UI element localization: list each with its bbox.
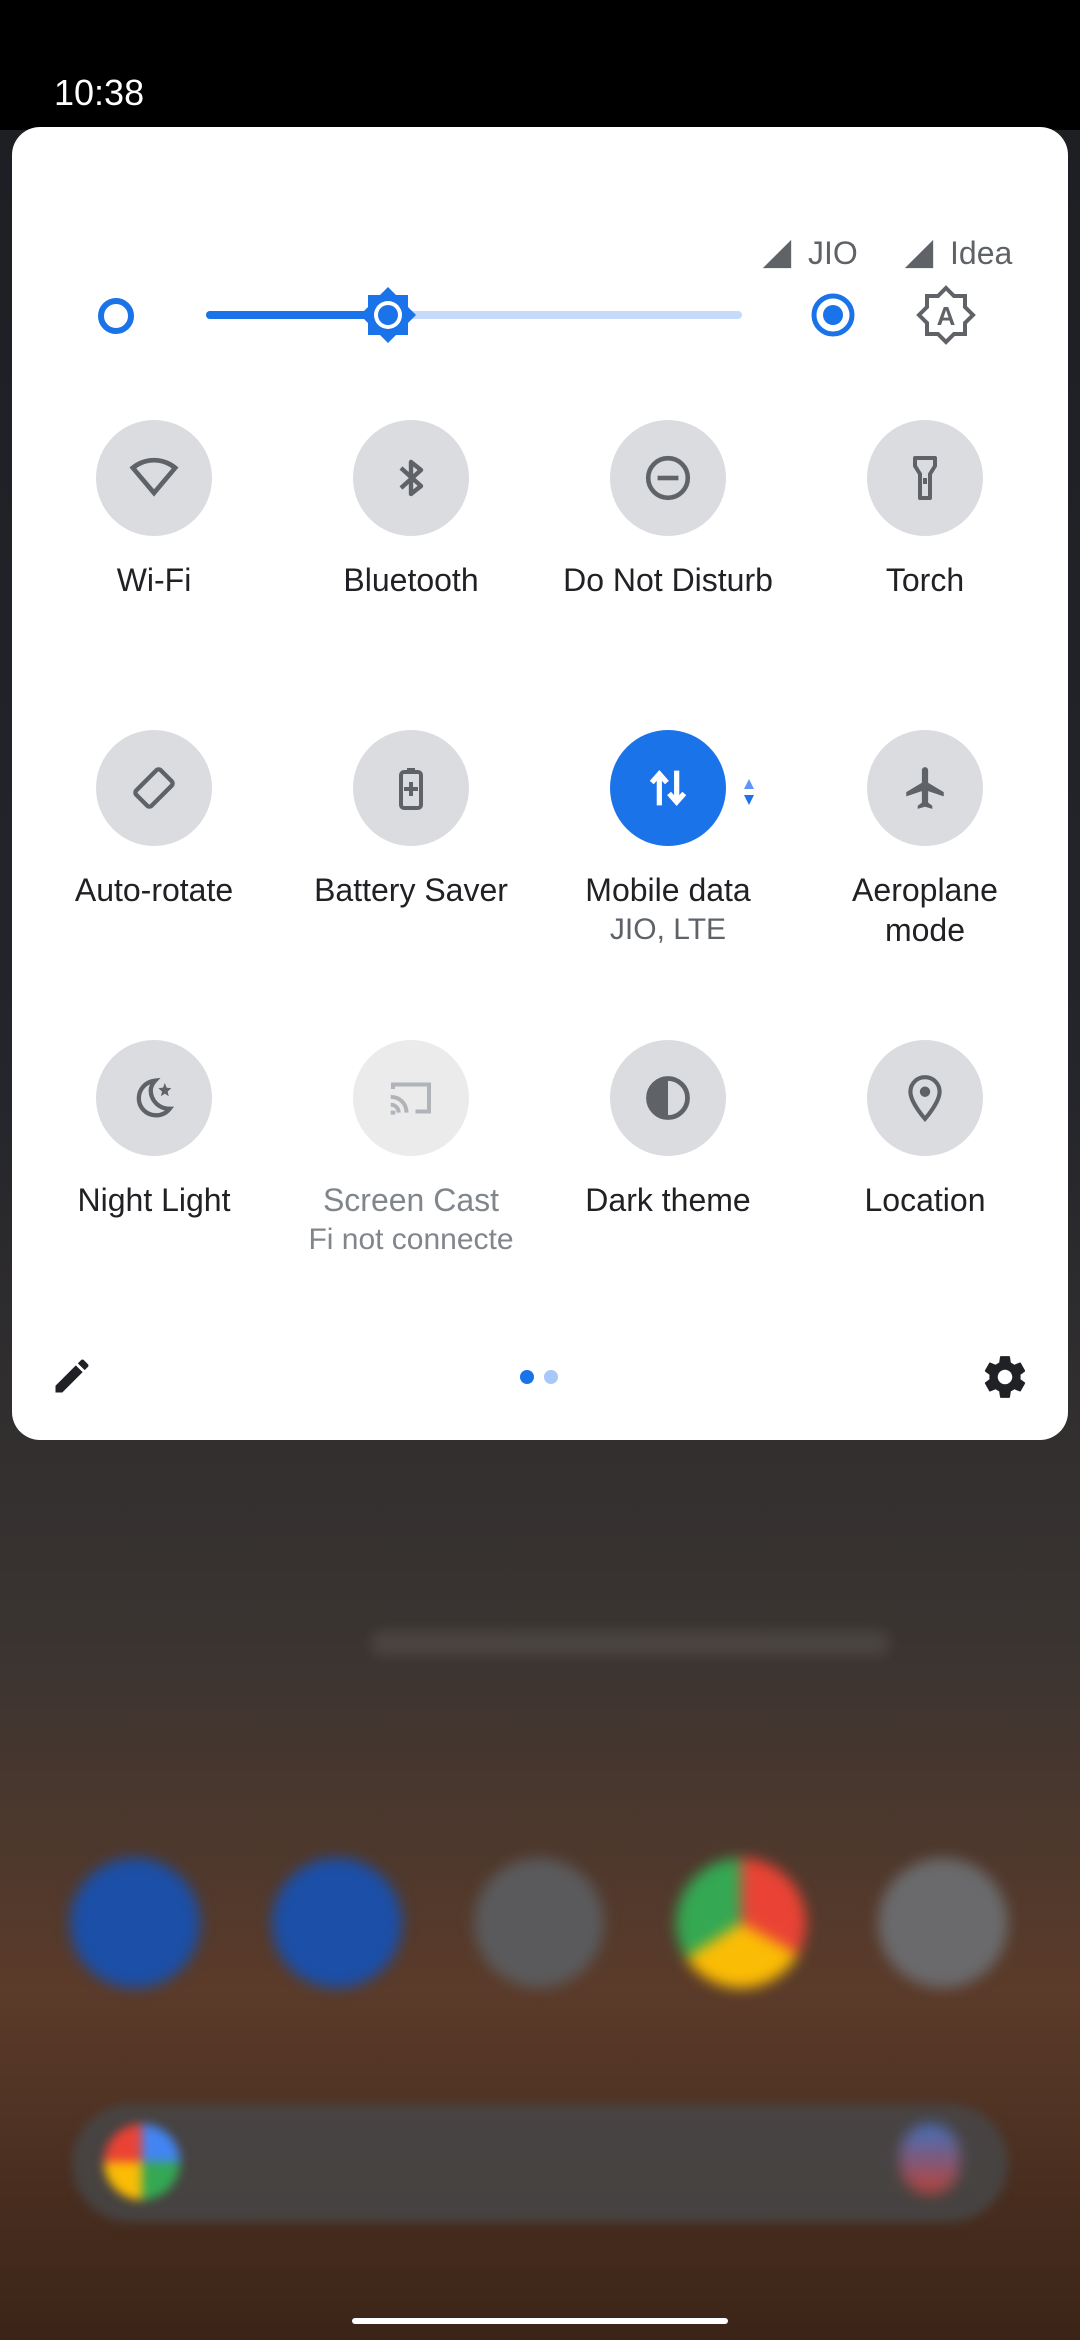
tile-location[interactable]: Location <box>797 1040 1053 1220</box>
tile-label: Torch <box>885 562 965 598</box>
tile-label: Battery Saver <box>314 872 508 908</box>
status-time: 10:38 <box>54 72 145 113</box>
wifi-icon <box>129 457 179 497</box>
auto-brightness-icon[interactable]: A <box>916 285 976 345</box>
tile-dark-theme[interactable]: Dark theme <box>540 1040 796 1220</box>
settings-button[interactable] <box>980 1352 1030 1402</box>
tile-label: Location <box>864 1182 986 1218</box>
page-dot-active <box>520 1370 534 1384</box>
tile-night-light[interactable]: Night Light <box>26 1040 282 1220</box>
tile-label: Mobile data <box>585 872 751 908</box>
tile-label: Dark theme <box>585 1182 751 1218</box>
data-activity-icon <box>742 777 756 807</box>
tile-label: Bluetooth <box>343 562 479 598</box>
torch-icon <box>913 456 937 500</box>
play-store-app-icon <box>474 1858 604 1988</box>
tile-wifi-button[interactable] <box>96 420 212 536</box>
tile-label: Wi-Fi <box>116 562 192 598</box>
tile-mobile-data[interactable]: Mobile data JIO, LTE <box>540 730 796 950</box>
phone-app-icon <box>70 1858 200 1988</box>
google-search-bar <box>72 2104 1008 2222</box>
gear-icon <box>984 1356 1026 1398</box>
tile-battery-saver[interactable]: Battery Saver <box>283 730 539 910</box>
tile-location-button[interactable] <box>867 1040 983 1156</box>
page-indicator <box>520 1370 558 1384</box>
tile-screen-cast-button[interactable] <box>353 1040 469 1156</box>
brightness-high-icon <box>810 292 856 338</box>
brightness-low-icon <box>98 298 134 334</box>
tile-battery-saver-button[interactable] <box>353 730 469 846</box>
tile-label-line2: mode <box>884 912 966 948</box>
tile-screen-cast[interactable]: Screen Cast Fi not connecte <box>283 1040 539 1260</box>
cast-icon <box>390 1082 432 1115</box>
tile-label: Screen Cast <box>322 1182 500 1218</box>
mobile-data-icon <box>649 769 687 807</box>
edit-tiles-icon[interactable] <box>50 1354 94 1398</box>
tile-do-not-disturb[interactable]: Do Not Disturb <box>540 420 796 600</box>
chrome-app-icon <box>676 1858 806 1988</box>
carrier-name: JIO <box>808 235 858 271</box>
tile-torch-button[interactable] <box>867 420 983 536</box>
messages-app-icon <box>272 1858 402 1988</box>
tile-wifi[interactable]: Wi-Fi <box>26 420 282 600</box>
assistant-mic-icon <box>900 2124 960 2194</box>
location-icon <box>908 1075 942 1122</box>
tile-auto-rotate-button[interactable] <box>96 730 212 846</box>
tile-night-light-button[interactable] <box>96 1040 212 1156</box>
tile-label: Do Not Disturb <box>563 562 773 598</box>
tile-torch[interactable]: Torch <box>797 420 1053 600</box>
do-not-disturb-icon <box>645 455 691 501</box>
tile-dark-theme-button[interactable] <box>610 1040 726 1156</box>
carrier-jio: JIO <box>760 235 858 272</box>
tile-label: Night Light <box>77 1182 231 1218</box>
signal-icon <box>762 239 792 268</box>
signal-icon <box>904 239 934 268</box>
bluetooth-icon <box>399 459 424 497</box>
tile-label: Auto-rotate <box>74 872 234 908</box>
google-logo-icon <box>104 2124 180 2200</box>
brightness-slider-thumb[interactable] <box>358 285 418 345</box>
night-light-icon <box>136 1077 175 1118</box>
page-dot <box>544 1370 558 1384</box>
home-dock <box>0 1858 1080 1988</box>
tile-dnd-button[interactable] <box>610 420 726 536</box>
tile-sublabel: JIO, LTE <box>609 913 727 946</box>
tile-label-line1: Aeroplane <box>852 872 998 908</box>
airplane-icon <box>906 767 944 809</box>
tile-airplane-button[interactable] <box>867 730 983 846</box>
tile-airplane-mode[interactable]: Aeroplane mode <box>797 730 1053 950</box>
status-bar-background <box>0 0 1080 130</box>
battery-saver-icon <box>399 768 423 810</box>
carrier-name: Idea <box>950 235 1013 271</box>
tile-bluetooth-button[interactable] <box>353 420 469 536</box>
tile-auto-rotate[interactable]: Auto-rotate <box>26 730 282 910</box>
tile-bluetooth[interactable]: Bluetooth <box>283 420 539 600</box>
wallpaper-highlight <box>370 1630 890 1656</box>
auto-rotate-icon <box>133 767 175 809</box>
tile-label: Aeroplane mode <box>797 870 1053 950</box>
pencil-icon <box>55 1359 89 1393</box>
carrier-idea: Idea <box>902 235 1012 272</box>
tile-mobile-data-button[interactable] <box>610 730 726 846</box>
tile-sublabel: Fi not connecte <box>308 1223 514 1256</box>
dark-theme-icon <box>646 1076 690 1120</box>
svg-text:A: A <box>937 301 956 331</box>
gesture-nav-handle[interactable] <box>352 2318 728 2324</box>
camera-app-icon <box>878 1858 1008 1988</box>
